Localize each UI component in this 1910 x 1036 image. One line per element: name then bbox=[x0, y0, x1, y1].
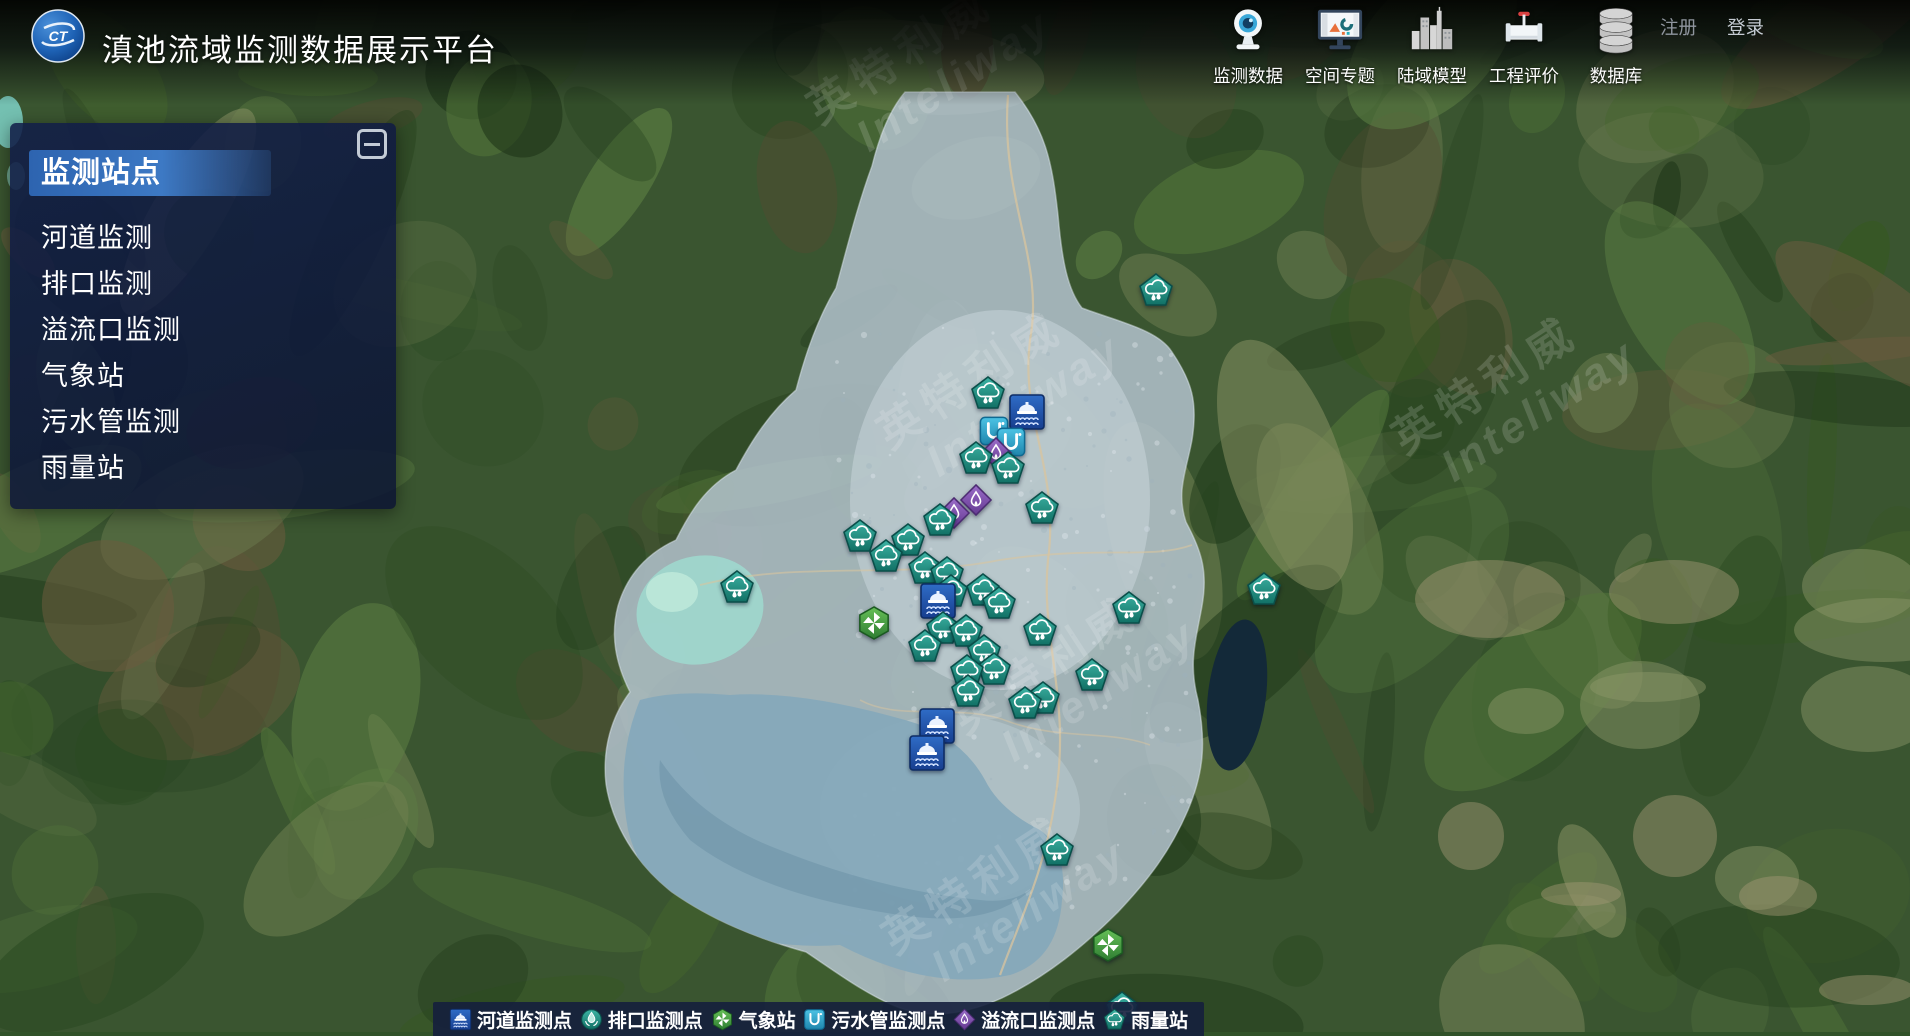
nav-item-valve[interactable]: 工程评价 bbox=[1480, 5, 1568, 88]
nav-item-buildings[interactable]: 陆域模型 bbox=[1388, 5, 1476, 88]
register-link[interactable]: 注册 bbox=[1660, 14, 1697, 40]
nav-item-monitor-chart[interactable]: 空间专题 bbox=[1296, 5, 1384, 88]
nav-item-label: 陆域模型 bbox=[1397, 63, 1467, 88]
legend-item-river[interactable]: 河道监测点 bbox=[449, 1006, 572, 1033]
legend-item-sewage[interactable]: 污水管监测点 bbox=[803, 1006, 945, 1033]
nav-item-label: 工程评价 bbox=[1489, 63, 1559, 88]
login-link[interactable]: 登录 bbox=[1727, 14, 1764, 40]
overflow-marker-icon bbox=[953, 1008, 976, 1031]
map-marker-weather[interactable] bbox=[1094, 929, 1122, 961]
sidebar-item-5[interactable]: 雨量站 bbox=[41, 445, 125, 491]
map-marker-river[interactable] bbox=[1010, 395, 1044, 429]
map-marker-river[interactable] bbox=[921, 584, 955, 618]
outfall-marker-icon bbox=[580, 1008, 603, 1031]
sidebar-item-1[interactable]: 排口监测 bbox=[41, 261, 153, 307]
legend-item-label: 排口监测点 bbox=[608, 1006, 703, 1033]
panel-title[interactable]: 监测站点 bbox=[29, 150, 271, 196]
nav-item-label: 数据库 bbox=[1590, 63, 1643, 88]
auth-links: 注册 登录 bbox=[1660, 14, 1764, 40]
nav-item-database[interactable]: 数据库 bbox=[1572, 5, 1660, 88]
nav-item-label: 空间专题 bbox=[1305, 63, 1375, 88]
map-marker-river[interactable] bbox=[910, 736, 944, 770]
sidebar-item-0[interactable]: 河道监测 bbox=[41, 215, 153, 261]
rain-marker-icon bbox=[1103, 1008, 1126, 1031]
panel-item-list: 河道监测排口监测溢流口监测气象站污水管监测雨量站 bbox=[41, 215, 181, 491]
monitor-chart-icon bbox=[1315, 5, 1365, 63]
sidebar-item-4[interactable]: 污水管监测 bbox=[41, 399, 181, 445]
top-nav: 监测数据空间专题陆域模型工程评价 数据库 bbox=[1204, 5, 1660, 88]
legend-item-label: 溢流口监测点 bbox=[981, 1006, 1095, 1033]
legend-item-label: 雨量站 bbox=[1131, 1006, 1188, 1033]
legend-item-overflow[interactable]: 溢流口监测点 bbox=[953, 1006, 1095, 1033]
buildings-icon bbox=[1407, 5, 1457, 63]
nav-item-label: 监测数据 bbox=[1213, 63, 1283, 88]
legend-item-outfall[interactable]: 排口监测点 bbox=[580, 1006, 703, 1033]
map-marker-weather[interactable] bbox=[860, 607, 888, 639]
nav-item-webcam[interactable]: 监测数据 bbox=[1204, 5, 1292, 88]
app-logo: CT bbox=[30, 8, 86, 64]
weather-marker-icon bbox=[711, 1008, 734, 1031]
panel-minimize-button[interactable] bbox=[357, 129, 387, 159]
logo-text: CT bbox=[49, 28, 69, 44]
legend-item-label: 河道监测点 bbox=[477, 1006, 572, 1033]
valve-icon bbox=[1499, 5, 1549, 63]
legend-item-rain[interactable]: 雨量站 bbox=[1103, 1006, 1188, 1033]
monitoring-stations-panel: 监测站点 河道监测排口监测溢流口监测气象站污水管监测雨量站 bbox=[10, 123, 396, 509]
database-icon bbox=[1591, 5, 1641, 63]
legend-item-weather[interactable]: 气象站 bbox=[711, 1006, 796, 1033]
webcam-icon bbox=[1223, 5, 1273, 63]
sidebar-item-3[interactable]: 气象站 bbox=[41, 353, 125, 399]
sewage-marker-icon bbox=[803, 1008, 826, 1031]
page-title: 滇池流域监测数据展示平台 bbox=[102, 25, 498, 70]
app-root: { "app": { "title": "滇池流域监测数据展示平台", "log… bbox=[0, 0, 1910, 1032]
legend-item-label: 污水管监测点 bbox=[831, 1006, 945, 1033]
map-legend: 河道监测点 排口监测点 气象站 污水管监测点 溢流口监测点 雨量站 bbox=[433, 1002, 1204, 1036]
sidebar-item-2[interactable]: 溢流口监测 bbox=[41, 307, 181, 353]
river-marker-icon bbox=[449, 1008, 472, 1031]
legend-item-label: 气象站 bbox=[739, 1006, 796, 1033]
